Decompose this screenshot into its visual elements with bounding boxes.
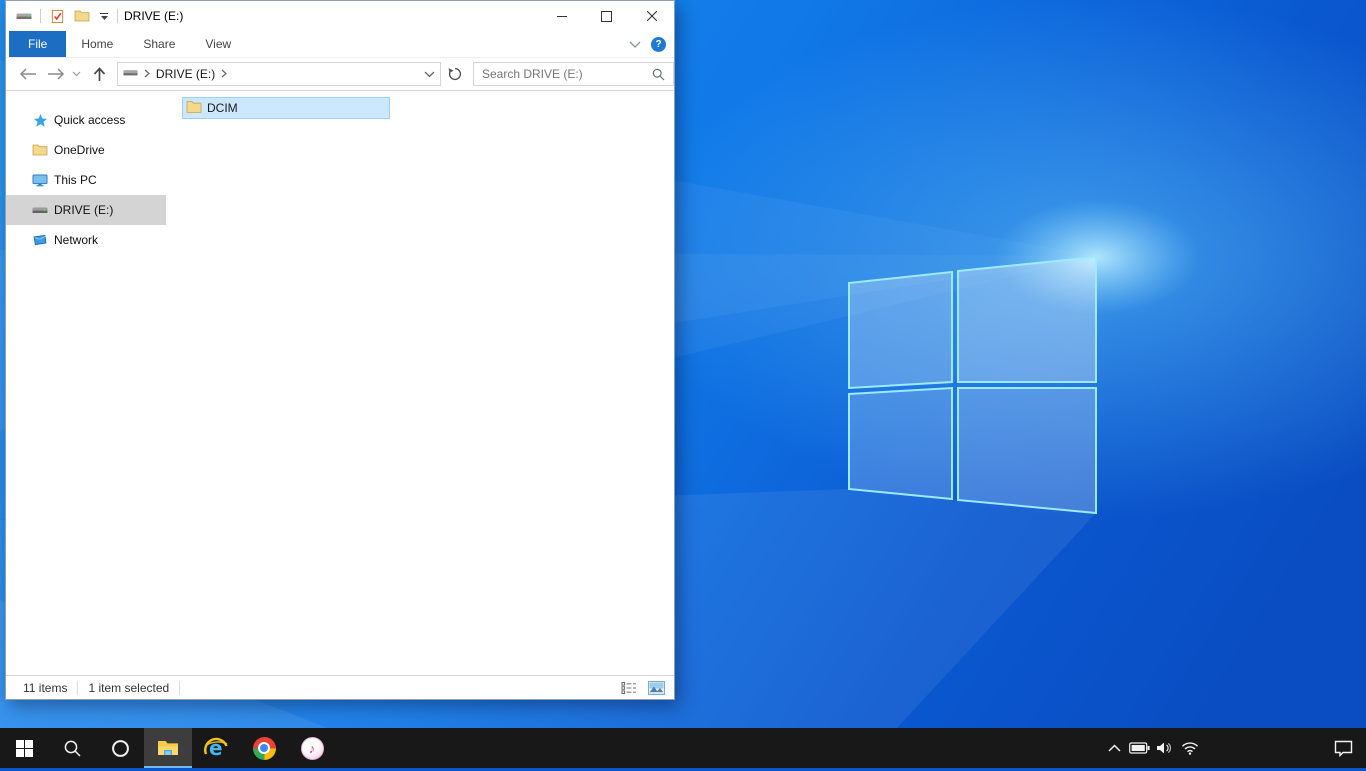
taskbar-file-explorer-button[interactable] <box>144 728 192 768</box>
navigation-pane: Quick access OneDrive This PC DRIVE (E:) <box>6 91 166 675</box>
search-icon[interactable] <box>648 68 673 81</box>
internet-explorer-button[interactable]: e <box>192 728 240 768</box>
breadcrumb-drive-icon <box>123 65 138 83</box>
details-view-button[interactable] <box>619 679 639 697</box>
file-list: DCIM <box>166 91 674 675</box>
chrome-button[interactable] <box>240 728 288 768</box>
start-button[interactable] <box>0 728 48 768</box>
quick-access-star-icon <box>32 113 48 128</box>
cortana-button[interactable] <box>96 728 144 768</box>
tab-share[interactable]: Share <box>128 31 190 57</box>
file-item-dcim[interactable]: DCIM <box>182 97 390 119</box>
sidebar-item-drive-e[interactable]: DRIVE (E:) <box>6 195 166 225</box>
taskbar: e ♪ <box>0 728 1366 768</box>
sidebar-item-label: Quick access <box>54 113 126 127</box>
navigation-bar: DRIVE (E:) <box>6 58 674 91</box>
window-controls <box>539 1 674 31</box>
close-button[interactable] <box>629 1 674 31</box>
file-item-label: DCIM <box>207 101 238 115</box>
network-icon <box>32 232 48 248</box>
tab-file[interactable]: File <box>9 31 67 57</box>
sidebar-item-network[interactable]: Network <box>6 225 166 255</box>
tab-home[interactable]: Home <box>66 31 128 57</box>
customize-qat-button[interactable] <box>98 12 110 20</box>
drive-icon <box>32 202 48 218</box>
sidebar-item-label: DRIVE (E:) <box>54 203 114 217</box>
quick-access-toolbar <box>6 6 118 26</box>
internet-explorer-icon: e <box>204 736 228 760</box>
cortana-circle-icon <box>111 739 129 757</box>
svg-text:e: e <box>209 736 223 760</box>
refresh-button[interactable] <box>446 62 464 86</box>
itunes-button[interactable]: ♪ <box>288 728 336 768</box>
sidebar-item-quick-access[interactable]: Quick access <box>6 105 166 135</box>
folder-icon <box>186 99 202 118</box>
title-bar: DRIVE (E:) <box>6 1 674 31</box>
action-center-button[interactable] <box>1320 740 1366 757</box>
properties-qat-icon[interactable] <box>48 6 66 26</box>
chrome-icon <box>252 736 276 760</box>
window-title: DRIVE (E:) <box>124 9 184 23</box>
selection-count: 1 item selected <box>88 680 170 695</box>
qat-separator-2 <box>117 9 118 23</box>
search-icon <box>64 740 81 757</box>
expand-ribbon-icon[interactable] <box>629 37 641 51</box>
minimize-button[interactable] <box>539 1 584 31</box>
wifi-icon[interactable] <box>1177 728 1202 768</box>
search-box <box>472 62 674 86</box>
status-bar: 11 items 1 item selected <box>6 675 674 699</box>
tab-view[interactable]: View <box>190 31 246 57</box>
window-drive-icon[interactable] <box>15 6 33 26</box>
search-input[interactable] <box>473 67 648 81</box>
breadcrumb-chevron-icon[interactable] <box>144 67 150 81</box>
address-bar[interactable]: DRIVE (E:) <box>116 62 442 86</box>
battery-icon[interactable] <box>1127 728 1152 768</box>
file-explorer-window: DRIVE (E:) File Home Share View ? DRIVE … <box>5 0 675 700</box>
hidden-icons-chevron[interactable] <box>1102 728 1127 768</box>
taskbar-search-button[interactable] <box>48 728 96 768</box>
forward-button[interactable] <box>46 62 66 86</box>
ribbon-tab-bar: File Home Share View ? <box>6 31 674 58</box>
help-button[interactable]: ? <box>651 36 666 52</box>
up-button[interactable] <box>89 62 109 86</box>
new-folder-qat-icon[interactable] <box>73 6 91 26</box>
thumbnail-view-button[interactable] <box>646 679 666 697</box>
breadcrumb-chevron-icon-2[interactable] <box>221 67 228 81</box>
monitor-icon <box>32 172 48 188</box>
sidebar-item-label: OneDrive <box>54 143 105 157</box>
recent-locations-button[interactable] <box>69 62 83 86</box>
sidebar-item-label: This PC <box>54 173 97 187</box>
windows-logo-icon <box>15 739 33 757</box>
sidebar-item-onedrive[interactable]: OneDrive <box>6 135 166 165</box>
volume-icon[interactable] <box>1152 728 1177 768</box>
system-tray <box>1102 728 1366 768</box>
sidebar-item-this-pc[interactable]: This PC <box>6 165 166 195</box>
address-dropdown-icon[interactable] <box>424 67 435 81</box>
item-count: 11 items <box>23 680 68 695</box>
breadcrumb-location[interactable]: DRIVE (E:) <box>156 67 215 81</box>
sidebar-item-label: Network <box>54 233 99 247</box>
action-center-icon <box>1334 740 1352 757</box>
file-explorer-icon <box>158 741 178 755</box>
back-button[interactable] <box>18 62 38 86</box>
status-separator-2 <box>179 680 181 695</box>
itunes-icon: ♪ <box>300 736 324 760</box>
onedrive-folder-icon <box>32 142 48 158</box>
qat-separator <box>40 9 41 23</box>
maximize-button[interactable] <box>584 1 629 31</box>
